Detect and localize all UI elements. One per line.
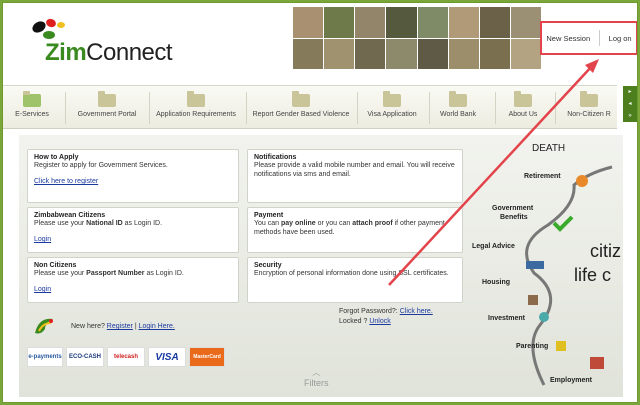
annotation-arrow bbox=[388, 59, 599, 286]
browser-frame: ZimConnect New Session Log on E-Services… bbox=[2, 2, 638, 403]
